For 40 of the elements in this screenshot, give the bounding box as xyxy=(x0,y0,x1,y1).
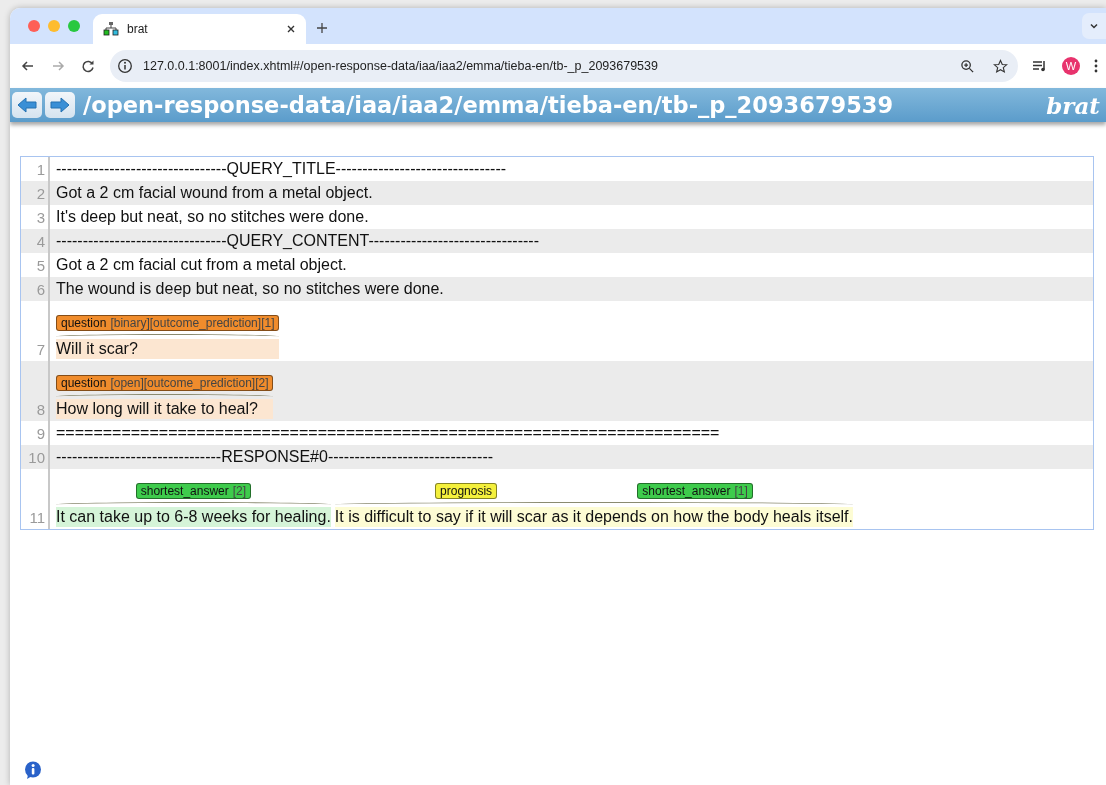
address-bar[interactable]: 127.0.0.1:8001/index.xhtml#/open-response-data/iaa/iaa2/emma/tieba-en/tb-_p_2093679539 xyxy=(110,50,1018,82)
info-icon[interactable] xyxy=(117,58,133,74)
new-tab-icon[interactable] xyxy=(316,22,328,34)
app-logo: brat xyxy=(1046,91,1100,119)
line-number: 11 xyxy=(21,469,50,529)
annotation-label[interactable]: prognosis xyxy=(435,483,498,499)
media-queue-icon[interactable] xyxy=(1032,58,1048,74)
left-arrow-icon xyxy=(17,97,37,113)
profile-avatar[interactable]: W xyxy=(1062,57,1080,75)
line-text: It's deep but neat, so no stitches were done. xyxy=(56,207,369,227)
previous-document-button[interactable] xyxy=(12,92,42,118)
annotation-label[interactable]: question [open][outcome_prediction][2] xyxy=(56,375,274,391)
next-document-button[interactable] xyxy=(45,92,75,118)
menu-icon[interactable] xyxy=(1094,58,1098,74)
annotated-text[interactable]: It can take up to 6-8 weeks for healing. xyxy=(56,507,331,527)
info-icon[interactable] xyxy=(24,761,42,779)
line-text: --------------------------------QUERY_TITLE-------------------------------- xyxy=(56,159,507,179)
browser-tab[interactable]: brat xyxy=(93,14,306,44)
annotated-text[interactable]: How long will it take to heal? xyxy=(56,399,274,419)
reload-icon[interactable] xyxy=(80,58,96,74)
star-icon[interactable] xyxy=(993,58,1008,74)
line-text: Got a 2 cm facial cut from a metal object. xyxy=(56,255,347,275)
annotated-text[interactable]: It is difficult to say if it will scar as it depends on how the body heals itself. xyxy=(334,507,853,527)
tree-icon xyxy=(103,21,119,37)
line-text: ======================================================================= xyxy=(56,423,720,443)
line-text: Got a 2 cm facial wound from a metal object. xyxy=(56,183,373,203)
chevron-down-icon xyxy=(1089,21,1099,31)
line-text: --------------------------------QUERY_CONTENT-------------------------------- xyxy=(56,231,539,251)
document-path: /open-response-data/iaa/iaa2/emma/tieba-en/tb-_p_2093679539 xyxy=(83,92,894,118)
close-icon[interactable] xyxy=(286,24,296,34)
line-text: -------------------------------RESPONSE#0------------------------------- xyxy=(56,447,494,467)
annotation-label[interactable]: shortest_answer [1] xyxy=(637,483,753,499)
annotation-label[interactable]: shortest_answer [2] xyxy=(135,483,252,499)
tab-title: brat xyxy=(127,22,149,36)
annotated-text[interactable]: Will it scar? xyxy=(56,339,280,359)
line-text: The wound is deep but neat, so no stitches were done. xyxy=(56,279,444,299)
zoom-icon[interactable] xyxy=(960,58,975,74)
url-text: 127.0.0.1:8001/index.xhtml#/open-response-data/iaa/iaa2/emma/tieba-en/tb-_p_2093679539 xyxy=(143,59,658,73)
right-arrow-icon xyxy=(50,97,70,113)
annotation-label[interactable]: question [binary][outcome_prediction][1] xyxy=(56,315,280,331)
